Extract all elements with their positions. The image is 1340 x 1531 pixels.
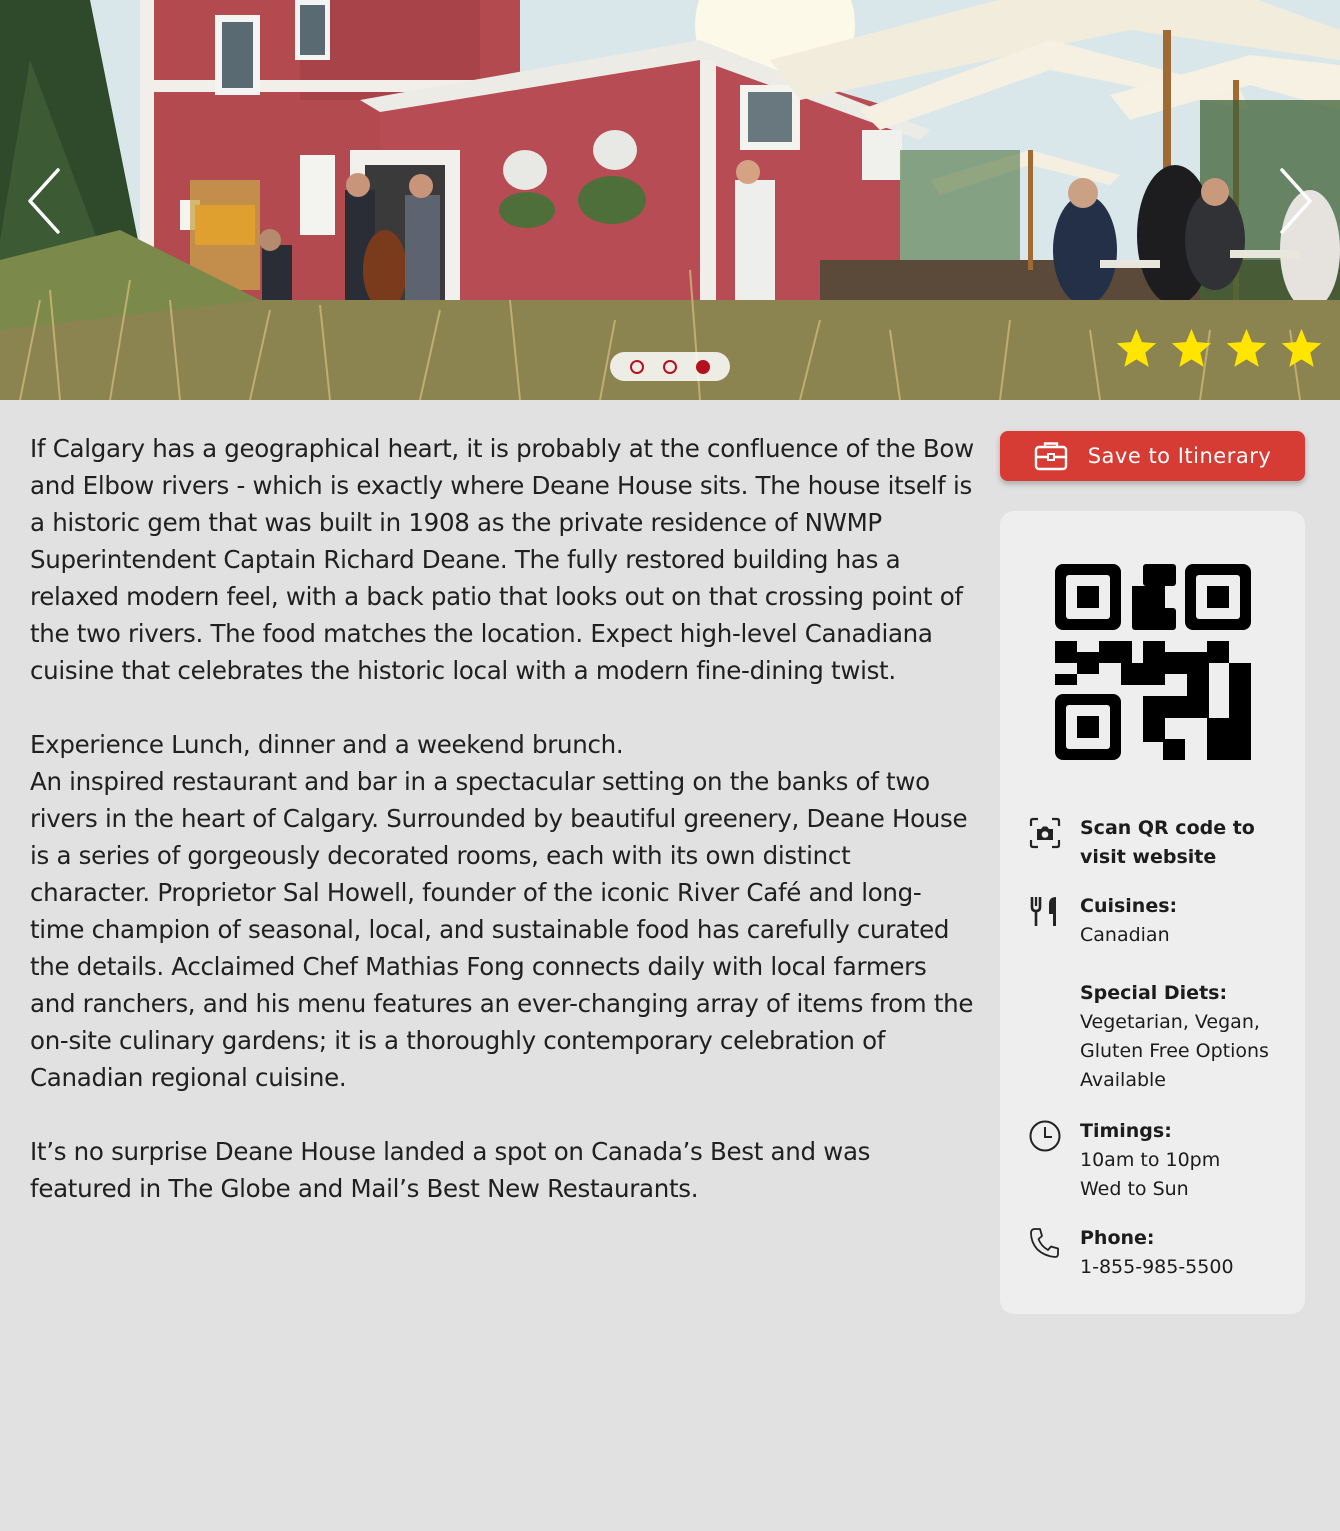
carousel-dot-1[interactable] bbox=[630, 359, 644, 374]
cuisines-row: Cuisines: Canadian bbox=[1028, 892, 1298, 950]
description-paragraph-2-lead: Experience Lunch, dinner and a weekend b… bbox=[30, 730, 624, 759]
fork-knife-icon bbox=[1030, 897, 1056, 926]
hero-carousel bbox=[0, 0, 1340, 400]
info-card: Scan QR code to visit website Cuisines: … bbox=[1000, 511, 1305, 1314]
carousel-pagination bbox=[610, 352, 730, 381]
star-icon bbox=[1171, 328, 1212, 367]
carousel-dot-2[interactable] bbox=[663, 359, 677, 374]
description-paragraph-1: If Calgary has a geographical heart, it … bbox=[30, 434, 974, 685]
special-diets-row: Special Diets: Vegetarian, Vegan, Gluten… bbox=[1028, 979, 1298, 1095]
phone-value[interactable]: 1-855-985-5500 bbox=[1080, 1253, 1234, 1282]
phone-label: Phone: bbox=[1080, 1227, 1155, 1249]
timings-days: Wed to Sun bbox=[1080, 1178, 1189, 1200]
restaurant-description: If Calgary has a geographical heart, it … bbox=[30, 430, 975, 1207]
camera-scan-icon bbox=[1029, 817, 1061, 849]
clock-icon bbox=[1029, 1120, 1061, 1152]
timings-hours: 10am to 10pm bbox=[1080, 1149, 1221, 1171]
star-icon bbox=[1226, 328, 1267, 367]
briefcase-icon bbox=[1034, 442, 1067, 471]
save-button-label: Save to Itinerary bbox=[1087, 444, 1272, 468]
special-diets-label: Special Diets: bbox=[1080, 982, 1228, 1004]
cuisines-value: Canadian bbox=[1080, 924, 1170, 946]
cuisines-label: Cuisines: bbox=[1080, 895, 1178, 917]
star-rating bbox=[1114, 326, 1324, 371]
carousel-next-button[interactable] bbox=[1274, 165, 1318, 237]
chevron-left-icon bbox=[28, 168, 60, 234]
save-to-itinerary-button[interactable]: Save to Itinerary bbox=[1000, 431, 1305, 481]
description-paragraph-3: It’s no surprise Deane House landed a sp… bbox=[30, 1137, 871, 1203]
qr-caption-row: Scan QR code to visit website bbox=[1028, 814, 1298, 872]
star-icon bbox=[1281, 328, 1322, 367]
timings-row: Timings: 10am to 10pm Wed to Sun bbox=[1028, 1117, 1298, 1204]
carousel-prev-button[interactable] bbox=[22, 165, 66, 237]
chevron-right-icon bbox=[1280, 168, 1312, 234]
description-paragraph-2: An inspired restaurant and bar in a spec… bbox=[30, 767, 974, 1092]
phone-row[interactable]: Phone: 1-855-985-5500 bbox=[1028, 1224, 1298, 1282]
carousel-dot-3[interactable] bbox=[696, 359, 710, 374]
star-icon bbox=[1116, 328, 1157, 367]
timings-label: Timings: bbox=[1080, 1120, 1172, 1142]
qr-caption: Scan QR code to visit website bbox=[1080, 817, 1255, 868]
qr-code[interactable] bbox=[1055, 564, 1251, 760]
special-diets-value: Vegetarian, Vegan, Gluten Free Options A… bbox=[1080, 1011, 1269, 1091]
phone-icon bbox=[1030, 1228, 1059, 1258]
